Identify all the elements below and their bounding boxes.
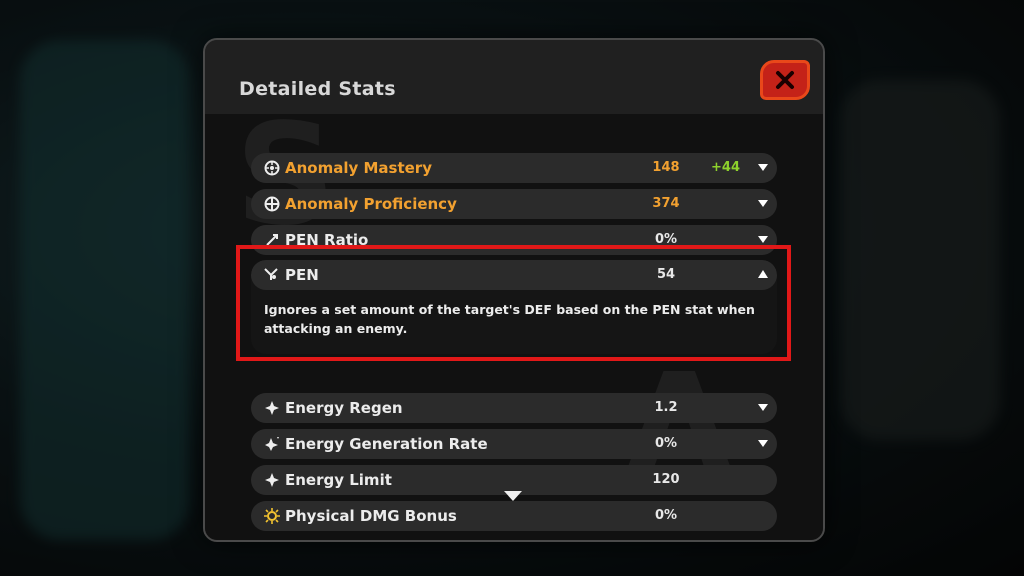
stat-value: 148 bbox=[652, 160, 680, 175]
chevron-down-icon bbox=[758, 236, 768, 243]
anomaly-proficiency-icon bbox=[263, 195, 281, 213]
chevron-up-icon bbox=[758, 270, 768, 278]
stat-value: 0% bbox=[654, 232, 678, 247]
close-x-icon bbox=[776, 71, 794, 89]
chevron-down-icon bbox=[758, 440, 768, 447]
scroll-down-arrow-icon[interactable] bbox=[503, 490, 523, 502]
stat-label: Energy Limit bbox=[285, 471, 392, 489]
energy-regen-icon bbox=[263, 399, 281, 417]
stat-row-anomaly-proficiency[interactable]: Anomaly Proficiency 374 bbox=[251, 189, 777, 219]
stat-label: Energy Regen bbox=[285, 399, 403, 417]
close-button[interactable] bbox=[760, 60, 810, 100]
pen-ratio-icon bbox=[263, 231, 281, 249]
stat-row-pen-ratio[interactable]: PEN Ratio 0% bbox=[251, 225, 777, 255]
stat-label: PEN Ratio bbox=[285, 231, 369, 249]
pen-icon bbox=[263, 266, 279, 286]
stat-row-physical-dmg-bonus[interactable]: Physical DMG Bonus 0% bbox=[251, 501, 777, 531]
stats-list[interactable]: S A Anomaly Mastery 148 +44 Anomaly Prof… bbox=[205, 94, 823, 540]
stat-row-pen-expanded[interactable]: PEN 54 Ignores a set amount of the targe… bbox=[251, 260, 777, 354]
stat-label: Physical DMG Bonus bbox=[285, 507, 457, 525]
detailed-stats-modal: Detailed Stats S A Anomaly Mastery 148 +… bbox=[203, 38, 825, 542]
energy-limit-icon bbox=[263, 471, 281, 489]
chevron-down-icon bbox=[758, 164, 768, 171]
stat-value: 120 bbox=[652, 472, 680, 487]
chevron-down-icon bbox=[758, 200, 768, 207]
stat-value: 54 bbox=[656, 267, 676, 282]
anomaly-mastery-icon bbox=[263, 159, 281, 177]
stat-label: Anomaly Proficiency bbox=[285, 195, 457, 213]
physical-dmg-icon bbox=[263, 507, 281, 525]
stat-value: 374 bbox=[652, 196, 680, 211]
stat-label: Energy Generation Rate bbox=[285, 435, 488, 453]
stat-description: Ignores a set amount of the target's DEF… bbox=[264, 302, 755, 336]
stat-row-anomaly-mastery[interactable]: Anomaly Mastery 148 +44 bbox=[251, 153, 777, 183]
stat-value: 0% bbox=[654, 436, 678, 451]
chevron-down-icon bbox=[758, 404, 768, 411]
stat-row-energy-regen[interactable]: Energy Regen 1.2 bbox=[251, 393, 777, 423]
stat-label: PEN bbox=[285, 266, 319, 284]
stat-row-energy-generation-rate[interactable]: Energy Generation Rate 0% bbox=[251, 429, 777, 459]
stat-value: 1.2 bbox=[654, 400, 678, 415]
stat-label: Anomaly Mastery bbox=[285, 159, 432, 177]
stat-bonus: +44 bbox=[711, 160, 740, 175]
stat-value: 0% bbox=[654, 508, 678, 523]
energy-generation-icon bbox=[263, 435, 281, 453]
stat-row-pen-header[interactable]: PEN 54 bbox=[251, 260, 777, 290]
